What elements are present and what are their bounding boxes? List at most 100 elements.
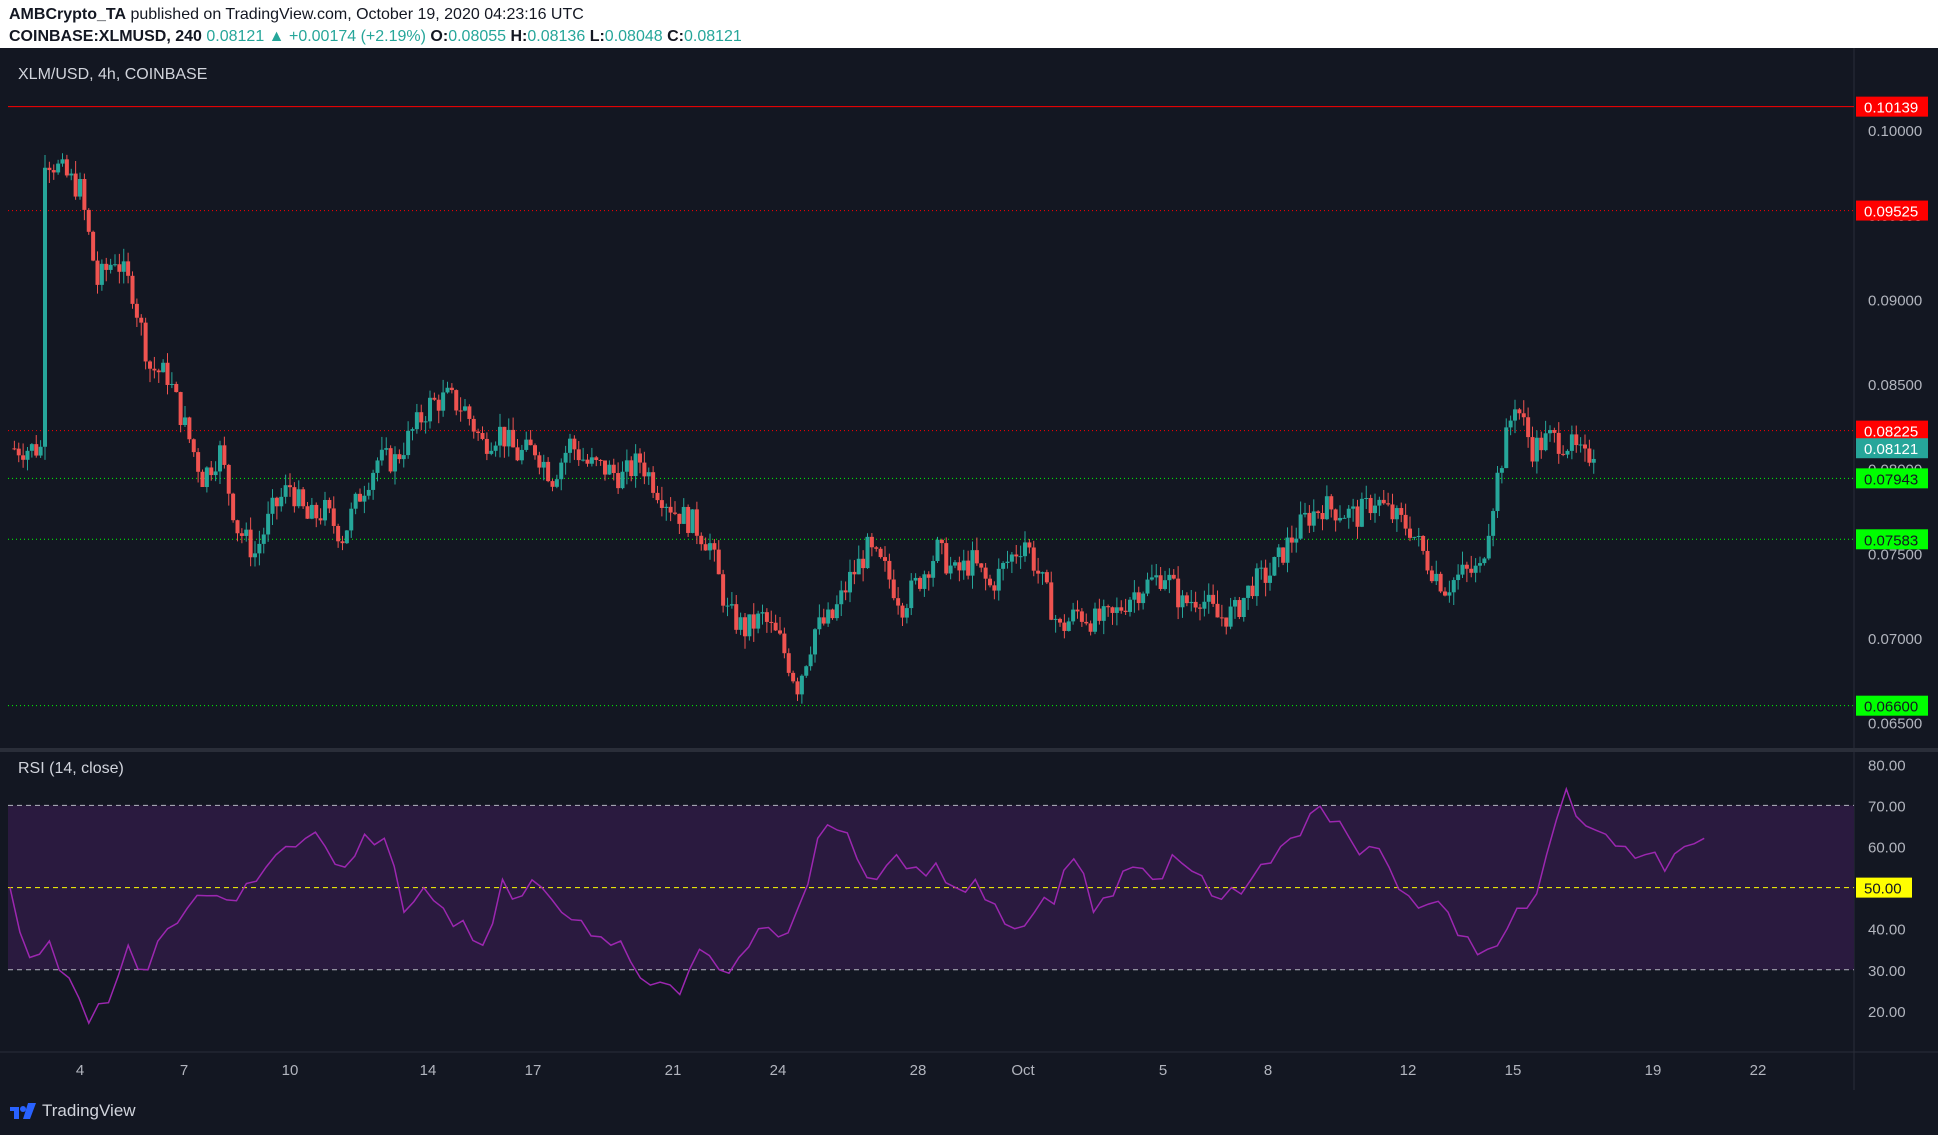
candle-up: [113, 264, 117, 266]
candle-down: [716, 549, 721, 575]
candle-up: [1456, 574, 1461, 581]
candle-down: [988, 578, 992, 586]
candle-up: [1513, 409, 1517, 421]
candle-up: [834, 604, 839, 619]
candle-down: [576, 449, 581, 461]
candle-up: [1495, 472, 1500, 512]
chart-canvas[interactable]: 0.100000.095000.090000.085000.080000.075…: [0, 48, 1938, 1090]
rsi-axis-tick-label: 70.00: [1868, 798, 1906, 815]
candle-up: [423, 421, 428, 423]
candle-down: [327, 499, 332, 509]
candle-down: [1058, 618, 1062, 623]
candle-up: [804, 666, 809, 676]
candle-down: [117, 264, 122, 272]
candle-up: [218, 445, 222, 472]
candle-up: [69, 173, 74, 176]
candle-down: [572, 438, 577, 450]
candle-down: [830, 609, 835, 619]
candle-up: [961, 560, 966, 571]
candle-down: [1263, 567, 1268, 583]
candle-down: [659, 500, 664, 508]
candle-up: [1132, 592, 1137, 600]
candle-down: [1355, 506, 1360, 527]
candle-up: [1394, 508, 1399, 520]
tradingview-logo-icon: [10, 1103, 36, 1119]
candle-down: [143, 322, 148, 362]
candle-down: [918, 577, 922, 589]
current-price-label: 0.08121: [1864, 441, 1918, 458]
candle-down: [939, 539, 944, 544]
tradingview-logo[interactable]: TradingView: [10, 1101, 136, 1121]
candle-down: [869, 536, 874, 548]
candle-up: [1294, 538, 1299, 543]
publisher-line: AMBCrypto_TA published on TradingView.co…: [9, 6, 584, 24]
candle-down: [1530, 437, 1535, 462]
candle-down: [1106, 606, 1111, 608]
candle-up: [1114, 607, 1119, 613]
candle-down: [502, 426, 507, 447]
candle-up: [38, 446, 43, 456]
candle-up: [441, 392, 446, 411]
candle-up: [646, 472, 651, 477]
candle-down: [484, 438, 489, 454]
candle-up: [729, 604, 734, 606]
candle-down: [616, 473, 621, 489]
candle-down: [769, 621, 774, 623]
high-value: 0.08136: [527, 28, 586, 45]
candle-up: [1473, 565, 1478, 573]
candle-up: [29, 444, 34, 451]
candle-up: [1311, 511, 1316, 526]
candle-up: [183, 417, 187, 426]
candle-down: [467, 406, 472, 419]
rsi-axis-tick-label: 30.00: [1868, 963, 1906, 980]
candle-up: [1189, 601, 1194, 604]
price-level-label: 0.07943: [1864, 471, 1918, 488]
price-axis-tick-label: 0.09000: [1868, 292, 1922, 309]
tradingview-brand: TradingView: [42, 1101, 136, 1120]
candle-up: [1093, 608, 1097, 632]
time-axis-tick-label: 14: [420, 1062, 437, 1079]
candle-down: [222, 445, 227, 465]
candle-up: [1228, 606, 1233, 627]
up-arrow-icon: ▲: [268, 28, 285, 45]
candle-up: [1018, 556, 1023, 558]
candle-up: [865, 536, 870, 569]
candle-down: [358, 493, 362, 502]
candle-up: [541, 461, 546, 468]
candle-down: [974, 550, 979, 564]
candle-up: [948, 565, 953, 574]
candle-up: [296, 489, 301, 507]
candle-down: [655, 492, 660, 501]
candle-up: [664, 506, 669, 508]
time-axis-tick-label: 15: [1505, 1062, 1522, 1079]
candle-up: [261, 534, 266, 544]
candle-down: [1429, 570, 1434, 582]
candle-up: [1180, 595, 1185, 608]
candle-down: [743, 617, 747, 637]
candle-down: [274, 497, 279, 507]
candle-up: [428, 397, 432, 422]
candle-up: [213, 471, 218, 476]
candle-down: [1381, 499, 1386, 504]
candle-down: [1561, 453, 1566, 455]
candle-down: [156, 370, 161, 373]
publication-header: AMBCrypto_TA published on TradingView.co…: [0, 0, 1938, 48]
publisher-name[interactable]: AMBCrypto_TA: [9, 6, 126, 23]
candle-down: [1403, 514, 1408, 529]
candle-down: [1289, 537, 1294, 543]
candle-up: [393, 454, 397, 472]
candle-down: [1526, 417, 1531, 438]
candle-up: [747, 614, 752, 637]
candle-down: [773, 622, 778, 631]
candle-up: [1009, 554, 1014, 562]
candle-up: [266, 513, 271, 535]
candle-down: [891, 579, 896, 599]
candle-down: [1158, 575, 1163, 589]
candle-up: [25, 450, 30, 460]
rsi-axis-tick-label: 20.00: [1868, 1004, 1906, 1021]
candle-up: [996, 568, 1001, 591]
candle-up: [1066, 621, 1071, 631]
candle-down: [336, 525, 341, 542]
candle-up: [406, 430, 411, 456]
candle-down: [668, 506, 673, 513]
